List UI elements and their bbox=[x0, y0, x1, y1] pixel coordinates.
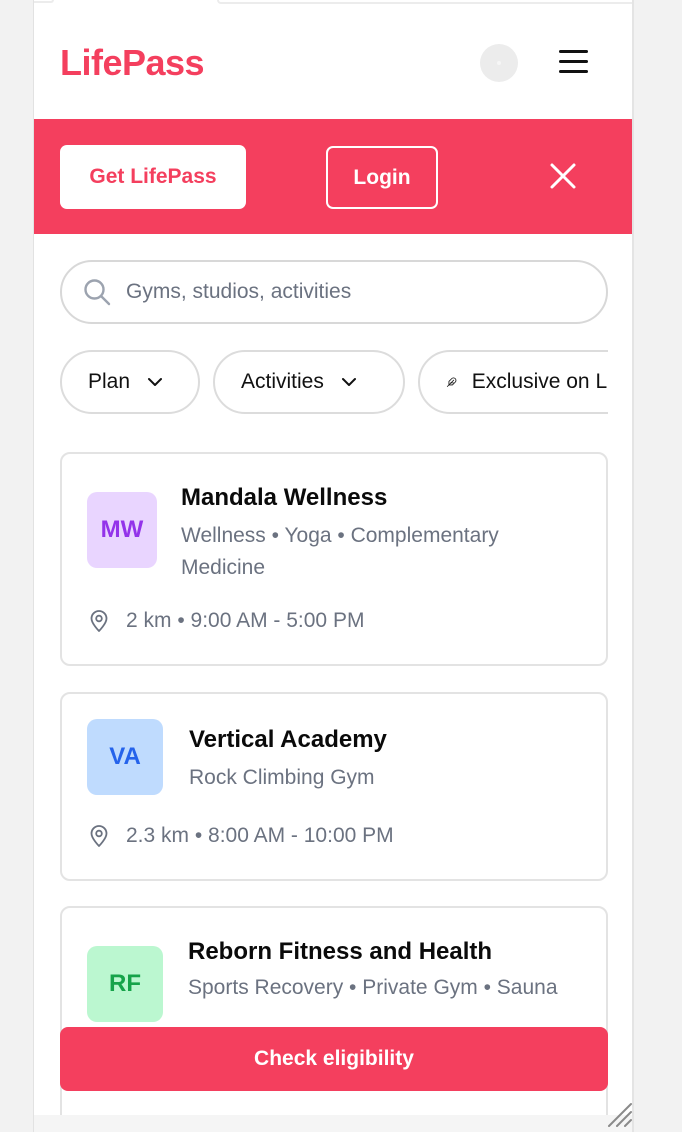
hamburger-menu-icon[interactable] bbox=[558, 48, 590, 76]
close-icon[interactable] bbox=[546, 159, 580, 193]
venue-categories: Sports Recovery • Private Gym • Sauna bbox=[188, 976, 558, 999]
logo[interactable]: LifePass bbox=[60, 42, 205, 84]
promo-banner: Get LifePass Login bbox=[34, 119, 632, 234]
venue-categories: Wellness • Yoga • Complementary Medicine bbox=[181, 524, 499, 579]
search-input[interactable] bbox=[126, 280, 566, 304]
venue-initials-badge: RF bbox=[87, 946, 163, 1022]
venue-distance-hours: 2 km • 9:00 AM - 5:00 PM bbox=[126, 609, 365, 632]
location-pin-icon bbox=[90, 610, 108, 632]
filter-plan-label: Plan bbox=[88, 370, 131, 393]
venue-initials-badge: VA bbox=[87, 719, 163, 795]
venue-card[interactable]: MW Mandala Wellness Wellness • Yoga • Co… bbox=[60, 452, 608, 666]
viewport-bottom-edge bbox=[34, 1115, 632, 1132]
venue-meta: 2 km • 9:00 AM - 5:00 PM bbox=[87, 609, 364, 633]
login-button[interactable]: Login bbox=[326, 146, 438, 209]
filter-activities-label: Activities bbox=[241, 370, 324, 393]
check-eligibility-button[interactable]: Check eligibility bbox=[60, 1027, 608, 1091]
avatar[interactable] bbox=[480, 44, 518, 82]
chevron-down-icon bbox=[341, 378, 356, 386]
venue-card[interactable]: RF Reborn Fitness and Health Sports Reco… bbox=[60, 906, 608, 1132]
venue-initials-badge: MW bbox=[87, 492, 157, 568]
site-header: LifePass bbox=[34, 4, 632, 119]
filter-exclusive[interactable]: Exclusive on LifePass bbox=[418, 350, 608, 414]
venue-categories: Rock Climbing Gym bbox=[189, 766, 375, 789]
feather-icon bbox=[446, 377, 457, 387]
venue-name: Mandala Wellness bbox=[181, 484, 388, 511]
filter-exclusive-label: Exclusive on LifePass bbox=[471, 370, 608, 393]
resize-handle-icon[interactable] bbox=[607, 1100, 633, 1128]
search-icon bbox=[84, 279, 111, 306]
filter-activities[interactable]: Activities bbox=[213, 350, 405, 414]
filter-chips: Plan Activities Exclusive on LifePass bbox=[60, 350, 608, 414]
venue-meta: 2.3 km • 8:00 AM - 10:00 PM bbox=[87, 824, 394, 848]
filter-plan[interactable]: Plan bbox=[60, 350, 200, 414]
tab-edge-left bbox=[34, 0, 54, 3]
chevron-down-icon bbox=[148, 378, 163, 386]
search-field[interactable] bbox=[60, 260, 608, 324]
venue-distance-hours: 2.3 km • 8:00 AM - 10:00 PM bbox=[126, 824, 394, 847]
venue-card[interactable]: VA Vertical Academy Rock Climbing Gym 2.… bbox=[60, 692, 608, 881]
location-pin-icon bbox=[90, 825, 108, 847]
venue-name: Reborn Fitness and Health bbox=[188, 938, 493, 965]
venue-name: Vertical Academy bbox=[189, 726, 387, 753]
browser-viewport: LifePass Get LifePass Login Plan Activit… bbox=[33, 0, 634, 1132]
get-lifepass-button[interactable]: Get LifePass bbox=[60, 145, 246, 209]
